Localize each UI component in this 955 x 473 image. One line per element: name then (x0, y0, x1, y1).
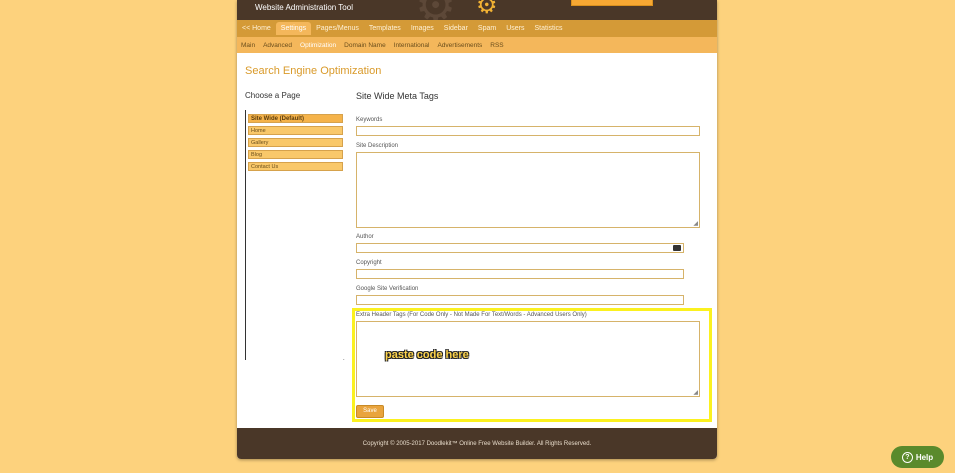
account-button[interactable] (571, 0, 653, 6)
admin-window: Website Administration Tool ⚙ ⚙ << Home … (237, 0, 717, 459)
copyright-input[interactable] (356, 269, 684, 279)
nav-statistics[interactable]: Statistics (530, 22, 568, 35)
keywords-input[interactable] (356, 126, 700, 136)
help-button[interactable]: ? Help (891, 446, 944, 468)
nav-templates[interactable]: Templates (364, 22, 406, 35)
nav-users[interactable]: Users (501, 22, 529, 35)
author-input[interactable] (356, 243, 684, 253)
page-title: Search Engine Optimization (245, 65, 382, 77)
contact-card-icon[interactable] (673, 245, 681, 251)
choose-page-label: Choose a Page (245, 91, 301, 100)
list-end-mark: . (343, 356, 345, 362)
gear-icon: ⚙ (415, 0, 461, 20)
nav-spam[interactable]: Spam (473, 22, 501, 35)
google-verification-label: Google Site Verification (356, 286, 419, 292)
nav-images[interactable]: Images (406, 22, 439, 35)
main-nav: << Home Settings Pages/Menus Templates I… (237, 20, 717, 37)
description-textarea[interactable]: ◢ (356, 152, 700, 228)
keywords-label: Keywords (356, 117, 383, 123)
save-button[interactable]: Save (356, 405, 384, 418)
page-list: Site Wide (Default) Home Gallery Blog Co… (245, 110, 346, 360)
author-label: Author (356, 234, 374, 240)
nav-home[interactable]: << Home (237, 22, 276, 35)
subnav-advanced[interactable]: Advanced (259, 42, 296, 49)
page-item-site-wide[interactable]: Site Wide (Default) (248, 114, 343, 123)
help-label: Help (915, 452, 934, 462)
nav-pages-menus[interactable]: Pages/Menus (311, 22, 364, 35)
description-label: Site Description (356, 143, 399, 149)
footer-copyright: Copyright © 2005-2017 Doodlekit™ Online … (362, 440, 592, 447)
page-item-contact-us[interactable]: Contact Us (248, 162, 343, 171)
subnav-international[interactable]: International (390, 42, 434, 49)
help-icon: ? (901, 451, 913, 463)
gear-icon-accent: ⚙ (476, 0, 498, 19)
subnav-advertisements[interactable]: Advertisements (433, 42, 486, 49)
google-verification-input[interactable] (356, 295, 684, 305)
page-item-blog[interactable]: Blog (248, 150, 343, 159)
meta-tags-title: Site Wide Meta Tags (356, 91, 439, 101)
page-item-home[interactable]: Home (248, 126, 343, 135)
nav-sidebar[interactable]: Sidebar (439, 22, 473, 35)
paste-code-annotation: paste code here (385, 349, 469, 361)
footer: Copyright © 2005-2017 Doodlekit™ Online … (237, 428, 717, 459)
resize-handle-icon[interactable]: ◢ (693, 220, 698, 227)
subnav-rss[interactable]: RSS (486, 42, 507, 49)
nav-settings[interactable]: Settings (275, 22, 312, 35)
sub-nav: Main Advanced Optimization Domain Name I… (237, 37, 717, 53)
copyright-label: Copyright (356, 260, 382, 266)
highlight-box (352, 308, 712, 422)
subnav-main[interactable]: Main (237, 42, 259, 49)
subnav-optimization[interactable]: Optimization (296, 42, 340, 49)
app-title: Website Administration Tool (255, 3, 353, 12)
subnav-domain-name[interactable]: Domain Name (340, 42, 390, 49)
page-item-gallery[interactable]: Gallery (248, 138, 343, 147)
top-bar: Website Administration Tool ⚙ ⚙ (237, 0, 717, 20)
